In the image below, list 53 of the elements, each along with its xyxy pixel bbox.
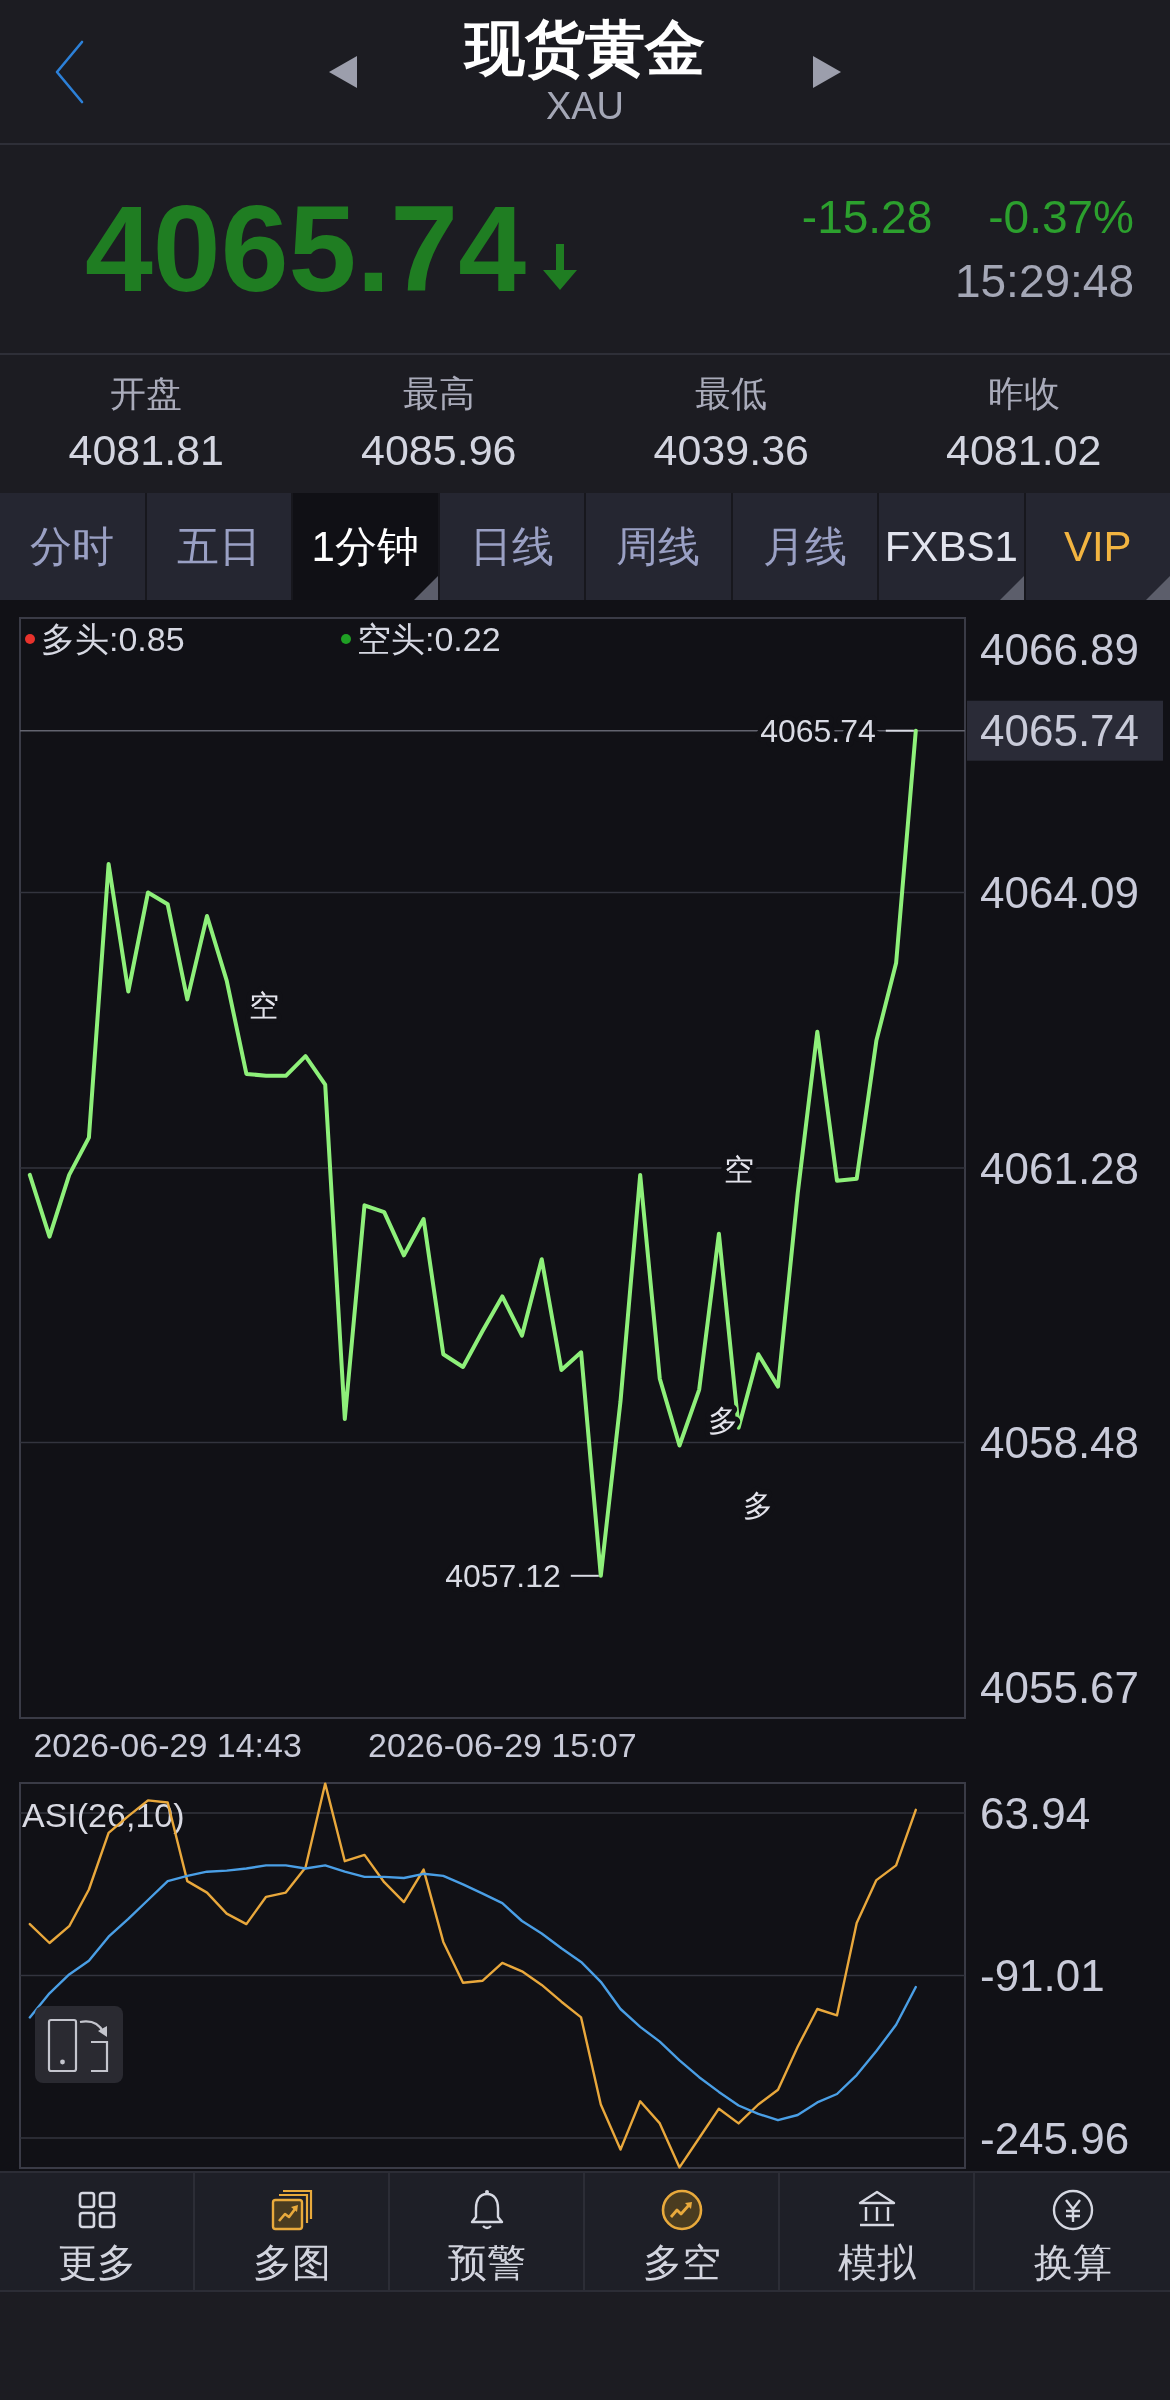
signal-label: 多	[707, 1403, 738, 1437]
tab[interactable]: 周线	[586, 493, 731, 600]
stat-value: 4039.36	[653, 425, 809, 475]
signal-label: 多	[743, 1488, 774, 1522]
time-axis-label: 2026-06-29 14:43	[33, 1726, 302, 1764]
stat-label: 最高	[402, 372, 475, 416]
axis-label: 4058.48	[980, 1418, 1140, 1467]
symbol-code: XAU	[545, 86, 625, 125]
signal-label: 空	[249, 988, 280, 1022]
axis-label: -91.01	[980, 1951, 1105, 2000]
tab[interactable]: 分时	[0, 493, 145, 600]
legend-label: 多头:0.85	[41, 620, 185, 658]
price-change: -15.28	[801, 191, 933, 243]
caret-left-icon[interactable]	[329, 55, 357, 88]
tab[interactable]: 五日	[146, 493, 291, 600]
stat-value: 4085.96	[361, 425, 517, 475]
axis-label: 4064.09	[980, 868, 1140, 917]
axis-label: 4066.89	[980, 624, 1140, 674]
extreme-price-label: 4057.12	[445, 1557, 561, 1594]
axis-label: 4061.28	[980, 1143, 1140, 1193]
axis-label: -245.96	[980, 2113, 1130, 2163]
stat-label: 昨收	[987, 372, 1060, 416]
quote-time: 15:29:48	[954, 255, 1134, 307]
extreme-price-label: 4065.74	[760, 712, 876, 749]
signal-label: 空	[723, 1152, 754, 1186]
rotate-screen-button[interactable]	[35, 2006, 123, 2083]
current-price-tag: 4065.74	[967, 700, 1163, 761]
page-title: 现货黄金	[465, 18, 705, 79]
tab[interactable]: 月线	[732, 493, 877, 600]
ref-line-label: 4065.74	[980, 706, 1140, 756]
stat-label: 最低	[695, 372, 768, 416]
nav-button[interactable]: 预警	[390, 2173, 585, 2290]
tab[interactable]: FXBS1	[879, 493, 1024, 600]
percent-change: -0.37%	[988, 191, 1134, 243]
axis-label: 4055.67	[980, 1662, 1140, 1712]
tab[interactable]: 1分钟	[293, 493, 438, 600]
nav-button[interactable]: 多空	[585, 2173, 780, 2290]
tab[interactable]: VIP	[1025, 493, 1170, 600]
legend-label: 空头:0.22	[357, 620, 501, 658]
nav-button[interactable]: 模拟	[780, 2173, 975, 2290]
stat-value: 4081.81	[68, 425, 224, 475]
leader-line	[569, 1574, 600, 1577]
time-axis-label: 2026-06-29 15:07	[368, 1726, 637, 1764]
nav-button[interactable]: 多图	[195, 2173, 390, 2290]
nav-button[interactable]: 更多	[0, 2173, 195, 2290]
price-value: 4065.74	[85, 188, 526, 310]
stat-label: 开盘	[110, 372, 183, 416]
tab[interactable]: 日线	[439, 493, 584, 600]
axis-label: 63.94	[980, 1788, 1091, 1838]
leader-line	[884, 729, 915, 732]
stat-value: 4081.02	[946, 425, 1102, 475]
caret-right-icon[interactable]	[813, 55, 841, 88]
nav-button[interactable]: 换算	[975, 2173, 1170, 2290]
